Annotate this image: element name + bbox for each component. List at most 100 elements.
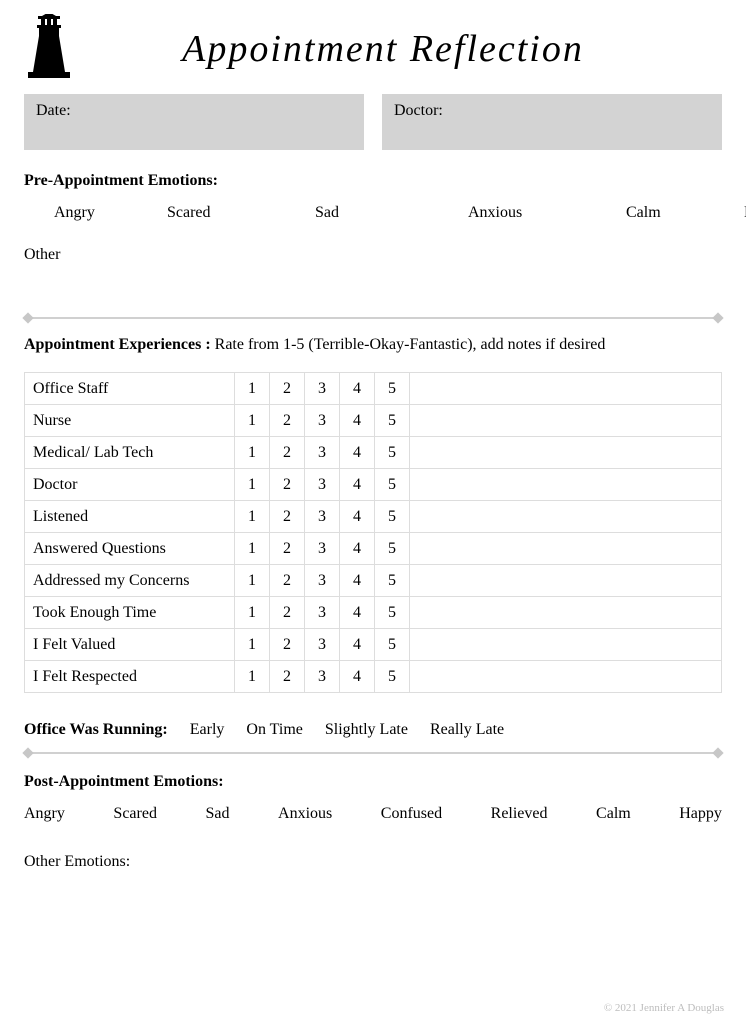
rating-option[interactable]: 5 <box>375 661 410 693</box>
rating-option[interactable]: 5 <box>375 405 410 437</box>
notes-cell[interactable] <box>410 501 722 533</box>
emotion-option[interactable]: Angry <box>24 805 65 823</box>
rating-option[interactable]: 2 <box>270 373 305 405</box>
rating-option[interactable]: 5 <box>375 597 410 629</box>
emotion-option[interactable]: Calm <box>596 805 631 823</box>
rating-option[interactable]: 1 <box>235 501 270 533</box>
rating-option[interactable]: 4 <box>340 405 375 437</box>
notes-cell[interactable] <box>410 437 722 469</box>
experience-label: I Felt Respected <box>25 661 235 693</box>
rating-option[interactable]: 2 <box>270 597 305 629</box>
rating-option[interactable]: 1 <box>235 597 270 629</box>
rating-option[interactable]: 5 <box>375 533 410 565</box>
emotion-option[interactable]: Scared <box>113 805 157 823</box>
rating-option[interactable]: 2 <box>270 629 305 661</box>
rating-option[interactable]: 2 <box>270 533 305 565</box>
rating-option[interactable]: 2 <box>270 661 305 693</box>
rating-option[interactable]: 5 <box>375 501 410 533</box>
emotion-option[interactable]: Happy <box>679 805 722 823</box>
rating-option[interactable]: 1 <box>235 533 270 565</box>
rating-option[interactable]: 1 <box>235 437 270 469</box>
notes-cell[interactable] <box>410 597 722 629</box>
date-field[interactable]: Date: <box>24 94 364 150</box>
rating-option[interactable]: 4 <box>340 437 375 469</box>
rating-option[interactable]: 3 <box>305 501 340 533</box>
rating-option[interactable]: 1 <box>235 405 270 437</box>
rating-option[interactable]: 4 <box>340 629 375 661</box>
pre-emotions-row: Angry Scared Sad Anxious Calm Happy <box>54 204 722 222</box>
rating-option[interactable]: 1 <box>235 629 270 661</box>
experiences-heading-rest: Rate from 1-5 (Terrible-Okay-Fantastic),… <box>211 336 606 353</box>
rating-option[interactable]: 4 <box>340 661 375 693</box>
office-running-option[interactable]: Really Late <box>430 721 504 739</box>
rating-option[interactable]: 5 <box>375 469 410 501</box>
rating-option[interactable]: 3 <box>305 533 340 565</box>
experience-label: Doctor <box>25 469 235 501</box>
rating-option[interactable]: 3 <box>305 437 340 469</box>
emotion-option[interactable]: Sad <box>205 805 229 823</box>
experience-label: Answered Questions <box>25 533 235 565</box>
rating-option[interactable]: 1 <box>235 373 270 405</box>
doctor-field[interactable]: Doctor: <box>382 94 722 150</box>
emotion-option[interactable]: Confused <box>381 805 442 823</box>
rating-option[interactable]: 4 <box>340 373 375 405</box>
table-row: Listened12345 <box>25 501 722 533</box>
emotion-option[interactable]: Anxious <box>468 204 618 222</box>
emotion-option[interactable]: Scared <box>167 204 307 222</box>
rating-option[interactable]: 2 <box>270 405 305 437</box>
rating-option[interactable]: 3 <box>305 629 340 661</box>
experience-label: Medical/ Lab Tech <box>25 437 235 469</box>
rating-option[interactable]: 3 <box>305 661 340 693</box>
rating-option[interactable]: 1 <box>235 469 270 501</box>
office-running-option[interactable]: On Time <box>246 721 302 739</box>
rating-option[interactable]: 4 <box>340 533 375 565</box>
experience-label: I Felt Valued <box>25 629 235 661</box>
office-running-row: Office Was Running: Early On Time Slight… <box>24 721 722 739</box>
rating-option[interactable]: 3 <box>305 597 340 629</box>
experience-label: Listened <box>25 501 235 533</box>
office-running-option[interactable]: Slightly Late <box>325 721 408 739</box>
rating-option[interactable]: 4 <box>340 469 375 501</box>
emotion-option[interactable]: Angry <box>54 204 159 222</box>
rating-option[interactable]: 4 <box>340 565 375 597</box>
table-row: Took Enough Time12345 <box>25 597 722 629</box>
emotion-option[interactable]: Relieved <box>491 805 548 823</box>
post-other-label[interactable]: Other Emotions: <box>24 853 722 871</box>
rating-option[interactable]: 2 <box>270 501 305 533</box>
experiences-heading: Appointment Experiences : Rate from 1-5 … <box>24 336 722 354</box>
notes-cell[interactable] <box>410 629 722 661</box>
notes-cell[interactable] <box>410 565 722 597</box>
rating-option[interactable]: 1 <box>235 565 270 597</box>
emotion-option[interactable]: Sad <box>315 204 460 222</box>
rating-option[interactable]: 3 <box>305 405 340 437</box>
notes-cell[interactable] <box>410 661 722 693</box>
table-row: Answered Questions12345 <box>25 533 722 565</box>
office-running-option[interactable]: Early <box>190 721 225 739</box>
emotion-option[interactable]: Anxious <box>278 805 332 823</box>
notes-cell[interactable] <box>410 533 722 565</box>
rating-option[interactable]: 5 <box>375 373 410 405</box>
rating-option[interactable]: 1 <box>235 661 270 693</box>
rating-option[interactable]: 2 <box>270 437 305 469</box>
rating-option[interactable]: 4 <box>340 597 375 629</box>
pre-other-label[interactable]: Other <box>24 246 722 264</box>
rating-option[interactable]: 3 <box>305 565 340 597</box>
rating-option[interactable]: 2 <box>270 469 305 501</box>
notes-cell[interactable] <box>410 373 722 405</box>
experiences-table: Office Staff12345Nurse12345Medical/ Lab … <box>24 372 722 693</box>
rating-option[interactable]: 5 <box>375 565 410 597</box>
rating-option[interactable]: 5 <box>375 437 410 469</box>
notes-cell[interactable] <box>410 469 722 501</box>
notes-cell[interactable] <box>410 405 722 437</box>
table-row: Addressed my Concerns12345 <box>25 565 722 597</box>
rating-option[interactable]: 4 <box>340 501 375 533</box>
pre-emotions-heading: Pre-Appointment Emotions: <box>24 172 722 190</box>
rating-option[interactable]: 5 <box>375 629 410 661</box>
rating-option[interactable]: 3 <box>305 373 340 405</box>
emotion-option[interactable]: Calm <box>626 204 736 222</box>
date-label: Date: <box>36 102 71 119</box>
rating-option[interactable]: 3 <box>305 469 340 501</box>
doctor-label: Doctor: <box>394 102 443 119</box>
rating-option[interactable]: 2 <box>270 565 305 597</box>
table-row: Doctor12345 <box>25 469 722 501</box>
